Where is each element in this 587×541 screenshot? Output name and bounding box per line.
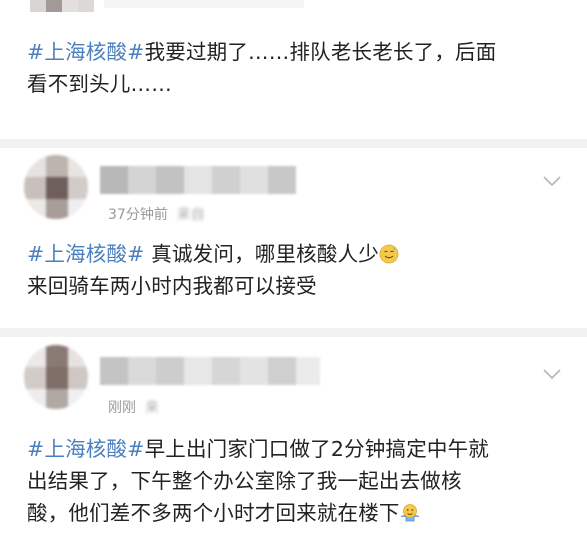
post-2-line-1: 真诚发问，哪里核酸人少 [144, 242, 379, 266]
avatar-remnant [0, 0, 587, 28]
sweat-smile-emoji-icon [379, 241, 399, 264]
post-1: #上海核酸#我要过期了……排队老长老长了，后面 看不到头儿…… [0, 0, 587, 140]
post-meta: 刚刚 来 [108, 397, 159, 417]
post-3-line-1: 早上出门家门口做了2分钟搞定中午就 [144, 437, 490, 461]
divider [0, 328, 587, 337]
post-3-line-3: 酸，他们差不多两个小时才回来就在楼下 [27, 501, 400, 525]
post-3-body: #上海核酸#早上出门家门口做了2分钟搞定中午就 出结果了，下午整个办公室除了我一… [27, 433, 567, 529]
source: 来 [144, 400, 159, 416]
username-blurred[interactable] [100, 166, 296, 194]
timestamp: 刚刚 [108, 400, 136, 416]
hashtag[interactable]: #上海核酸# [27, 242, 145, 266]
post-2: 37分钟前 来自 #上海核酸# 真诚发问，哪里核酸人少 来回骑车两小时内我都可以… [0, 148, 587, 328]
post-1-line-2: 看不到头儿…… [27, 72, 172, 96]
timestamp: 37分钟前 [108, 207, 168, 223]
post-3: 刚刚 来 #上海核酸#早上出门家门口做了2分钟搞定中午就 出结果了，下午整个办公… [0, 337, 587, 541]
username-blurred[interactable] [100, 357, 320, 385]
avatar[interactable] [24, 155, 88, 219]
divider [0, 139, 587, 148]
post-2-body: #上海核酸# 真诚发问，哪里核酸人少 来回骑车两小时内我都可以接受 [27, 238, 567, 302]
post-1-body: #上海核酸#我要过期了……排队老长老长了，后面 看不到头儿…… [27, 36, 567, 100]
post-meta: 37分钟前 来自 [108, 204, 205, 224]
post-1-line-1: 我要过期了……排队老长老长了，后面 [144, 40, 497, 64]
source: 来自 [176, 207, 205, 223]
chevron-down-icon[interactable] [543, 365, 561, 380]
chevron-down-icon[interactable] [543, 172, 561, 187]
hashtag[interactable]: #上海核酸# [27, 437, 145, 461]
hashtag[interactable]: #上海核酸# [27, 40, 145, 64]
post-3-line-2: 出结果了，下午整个办公室除了我一起出去做核 [27, 469, 462, 493]
avatar[interactable] [24, 345, 88, 409]
shrug-emoji-icon [400, 500, 420, 522]
post-2-line-2: 来回骑车两小时内我都可以接受 [27, 274, 317, 298]
